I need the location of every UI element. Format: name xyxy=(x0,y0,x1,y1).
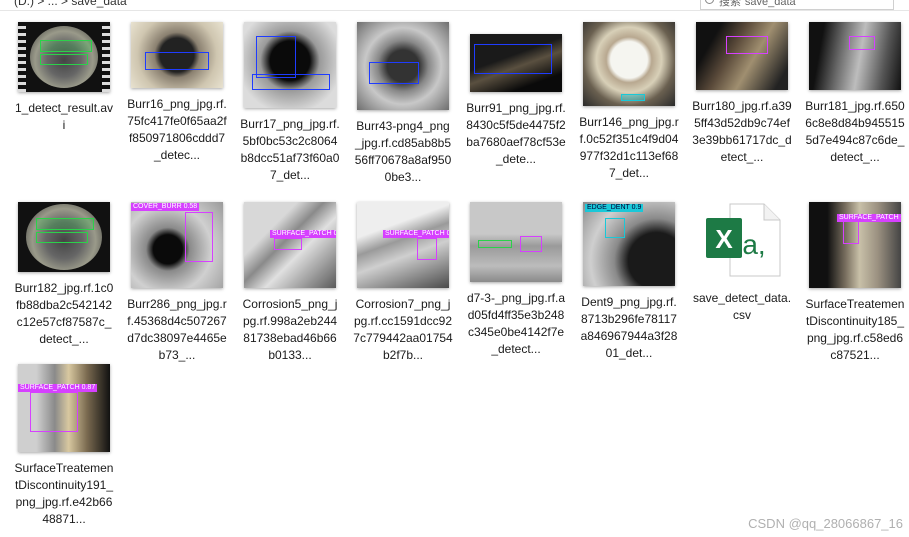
file-name: SurfaceTreatementDiscontinuity191_png_jp… xyxy=(14,461,114,526)
detection-label: EDGE_DENT 0.9 xyxy=(585,204,644,212)
image-thumbnail: SURFACE_PATCH 0.8 xyxy=(357,202,449,288)
image-thumbnail xyxy=(470,202,562,282)
detection-label: SURFACE_PATCH 0.76 xyxy=(270,230,336,238)
file-item[interactable]: SURFACE_PATCH 0.8 SurfaceTreatementDisco… xyxy=(799,202,909,364)
image-thumbnail xyxy=(583,22,675,106)
excel-icon: X a, xyxy=(702,202,782,282)
file-item[interactable]: Burr91_png_jpg.rf.8430c5f5de4475f2ba7680… xyxy=(460,22,572,168)
image-thumbnail xyxy=(18,202,110,272)
breadcrumb[interactable]: (D:) > ... > save_data xyxy=(14,0,127,8)
svg-text:a,: a, xyxy=(742,229,765,260)
image-thumbnail xyxy=(809,22,901,90)
file-item[interactable]: EDGE_DENT 0.9 Dent9_png_jpg.rf.8713b296f… xyxy=(573,202,685,362)
file-name: Burr286_png_jpg.rf.45368d4c507267d7dc380… xyxy=(127,297,227,362)
file-item[interactable]: Burr146_png_jpg.rf.0c52f351c4f9d04977f32… xyxy=(573,22,685,182)
image-thumbnail xyxy=(131,22,223,88)
file-name: Burr17_png_jpg.rf.5bf0bc53c2c8064b8dcc51… xyxy=(240,117,340,182)
image-thumbnail: SURFACE_PATCH 0.76 xyxy=(244,202,336,288)
file-name: Dent9_png_jpg.rf.8713b296fe78117a8469679… xyxy=(580,295,678,360)
file-name: 1_detect_result.avi xyxy=(14,101,114,132)
file-name: Burr16_png_jpg.rf.75fc417fe0f65aa2ff8509… xyxy=(127,97,227,162)
address-bar: (D:) > ... > save_data 搜索"save_data" xyxy=(0,0,909,11)
file-name: Burr43-png4_png_jpg.rf.cd85ab8b556ff7067… xyxy=(354,119,452,184)
detection-label: SURFACE_PATCH 0.8 xyxy=(383,230,449,238)
file-name: Burr182_jpg.rf.1c0fb88dba2c542142c12e57c… xyxy=(14,281,114,346)
search-icon xyxy=(705,0,714,4)
search-input[interactable]: 搜索"save_data" xyxy=(700,0,894,10)
svg-text:X: X xyxy=(715,224,733,254)
image-thumbnail: SURFACE_PATCH 0.87 xyxy=(18,364,110,452)
search-placeholder: 搜索"save_data" xyxy=(719,0,800,8)
file-item[interactable]: Burr16_png_jpg.rf.75fc417fe0f65aa2ff8509… xyxy=(121,22,233,164)
file-item[interactable]: COVER_BURR 0.58 Burr286_png_jpg.rf.45368… xyxy=(121,202,233,364)
image-thumbnail xyxy=(244,22,336,108)
detection-label: COVER_BURR 0.58 xyxy=(131,203,200,211)
file-name: Burr146_png_jpg.rf.0c52f351c4f9d04977f32… xyxy=(579,115,679,180)
image-thumbnail: COVER_BURR 0.58 xyxy=(131,202,223,288)
file-item[interactable]: 1_detect_result.avi xyxy=(8,22,120,134)
image-thumbnail xyxy=(470,34,562,92)
image-thumbnail: EDGE_DENT 0.9 xyxy=(583,202,675,286)
file-item[interactable]: SURFACE_PATCH 0.87 SurfaceTreatementDisc… xyxy=(8,364,120,528)
file-item[interactable]: Burr181_jpg.rf.6506c8e8d84b9455155d7e494… xyxy=(799,22,909,166)
file-item[interactable]: Burr43-png4_png_jpg.rf.cd85ab8b556ff7067… xyxy=(347,22,459,186)
file-name: Burr180_jpg.rf.a395ff43d52db9c74ef3e39bb… xyxy=(692,99,792,164)
image-thumbnail xyxy=(696,22,788,90)
file-item[interactable]: d7-3-_png_jpg.rf.ad05fd4ff35e3b248c345e0… xyxy=(460,202,572,358)
file-name: save_detect_data.csv xyxy=(692,291,792,322)
file-name: Burr91_png_jpg.rf.8430c5f5de4475f2ba7680… xyxy=(466,101,566,166)
image-thumbnail: SURFACE_PATCH 0.8 xyxy=(809,202,901,288)
file-item[interactable]: SURFACE_PATCH 0.8 Corrosion7_png_jpg.rf.… xyxy=(347,202,459,364)
file-item[interactable]: Burr182_jpg.rf.1c0fb88dba2c542142c12e57c… xyxy=(8,202,120,348)
watermark: CSDN @qq_28066867_16 xyxy=(748,516,903,531)
image-thumbnail xyxy=(357,22,449,110)
file-item[interactable]: Burr180_jpg.rf.a395ff43d52db9c74ef3e39bb… xyxy=(686,22,798,166)
file-name: Corrosion7_png_jpg.rf.cc1591dcc927c77944… xyxy=(353,297,453,362)
file-name: SurfaceTreatementDiscontinuity185_png_jp… xyxy=(805,297,905,362)
file-item[interactable]: SURFACE_PATCH 0.76 Corrosion5_png_jpg.rf… xyxy=(234,202,346,364)
file-name: Corrosion5_png_jpg.rf.998a2eb24481738eba… xyxy=(242,297,338,362)
video-thumbnail xyxy=(18,22,110,92)
file-name: Burr181_jpg.rf.6506c8e8d84b9455155d7e494… xyxy=(805,99,905,164)
file-item[interactable]: Burr17_png_jpg.rf.5bf0bc53c2c8064b8dcc51… xyxy=(234,22,346,184)
file-item[interactable]: X a, save_detect_data.csv xyxy=(686,202,798,324)
detection-label: SURFACE_PATCH 0.87 xyxy=(18,384,98,392)
file-name: d7-3-_png_jpg.rf.ad05fd4ff35e3b248c345e0… xyxy=(466,291,566,356)
